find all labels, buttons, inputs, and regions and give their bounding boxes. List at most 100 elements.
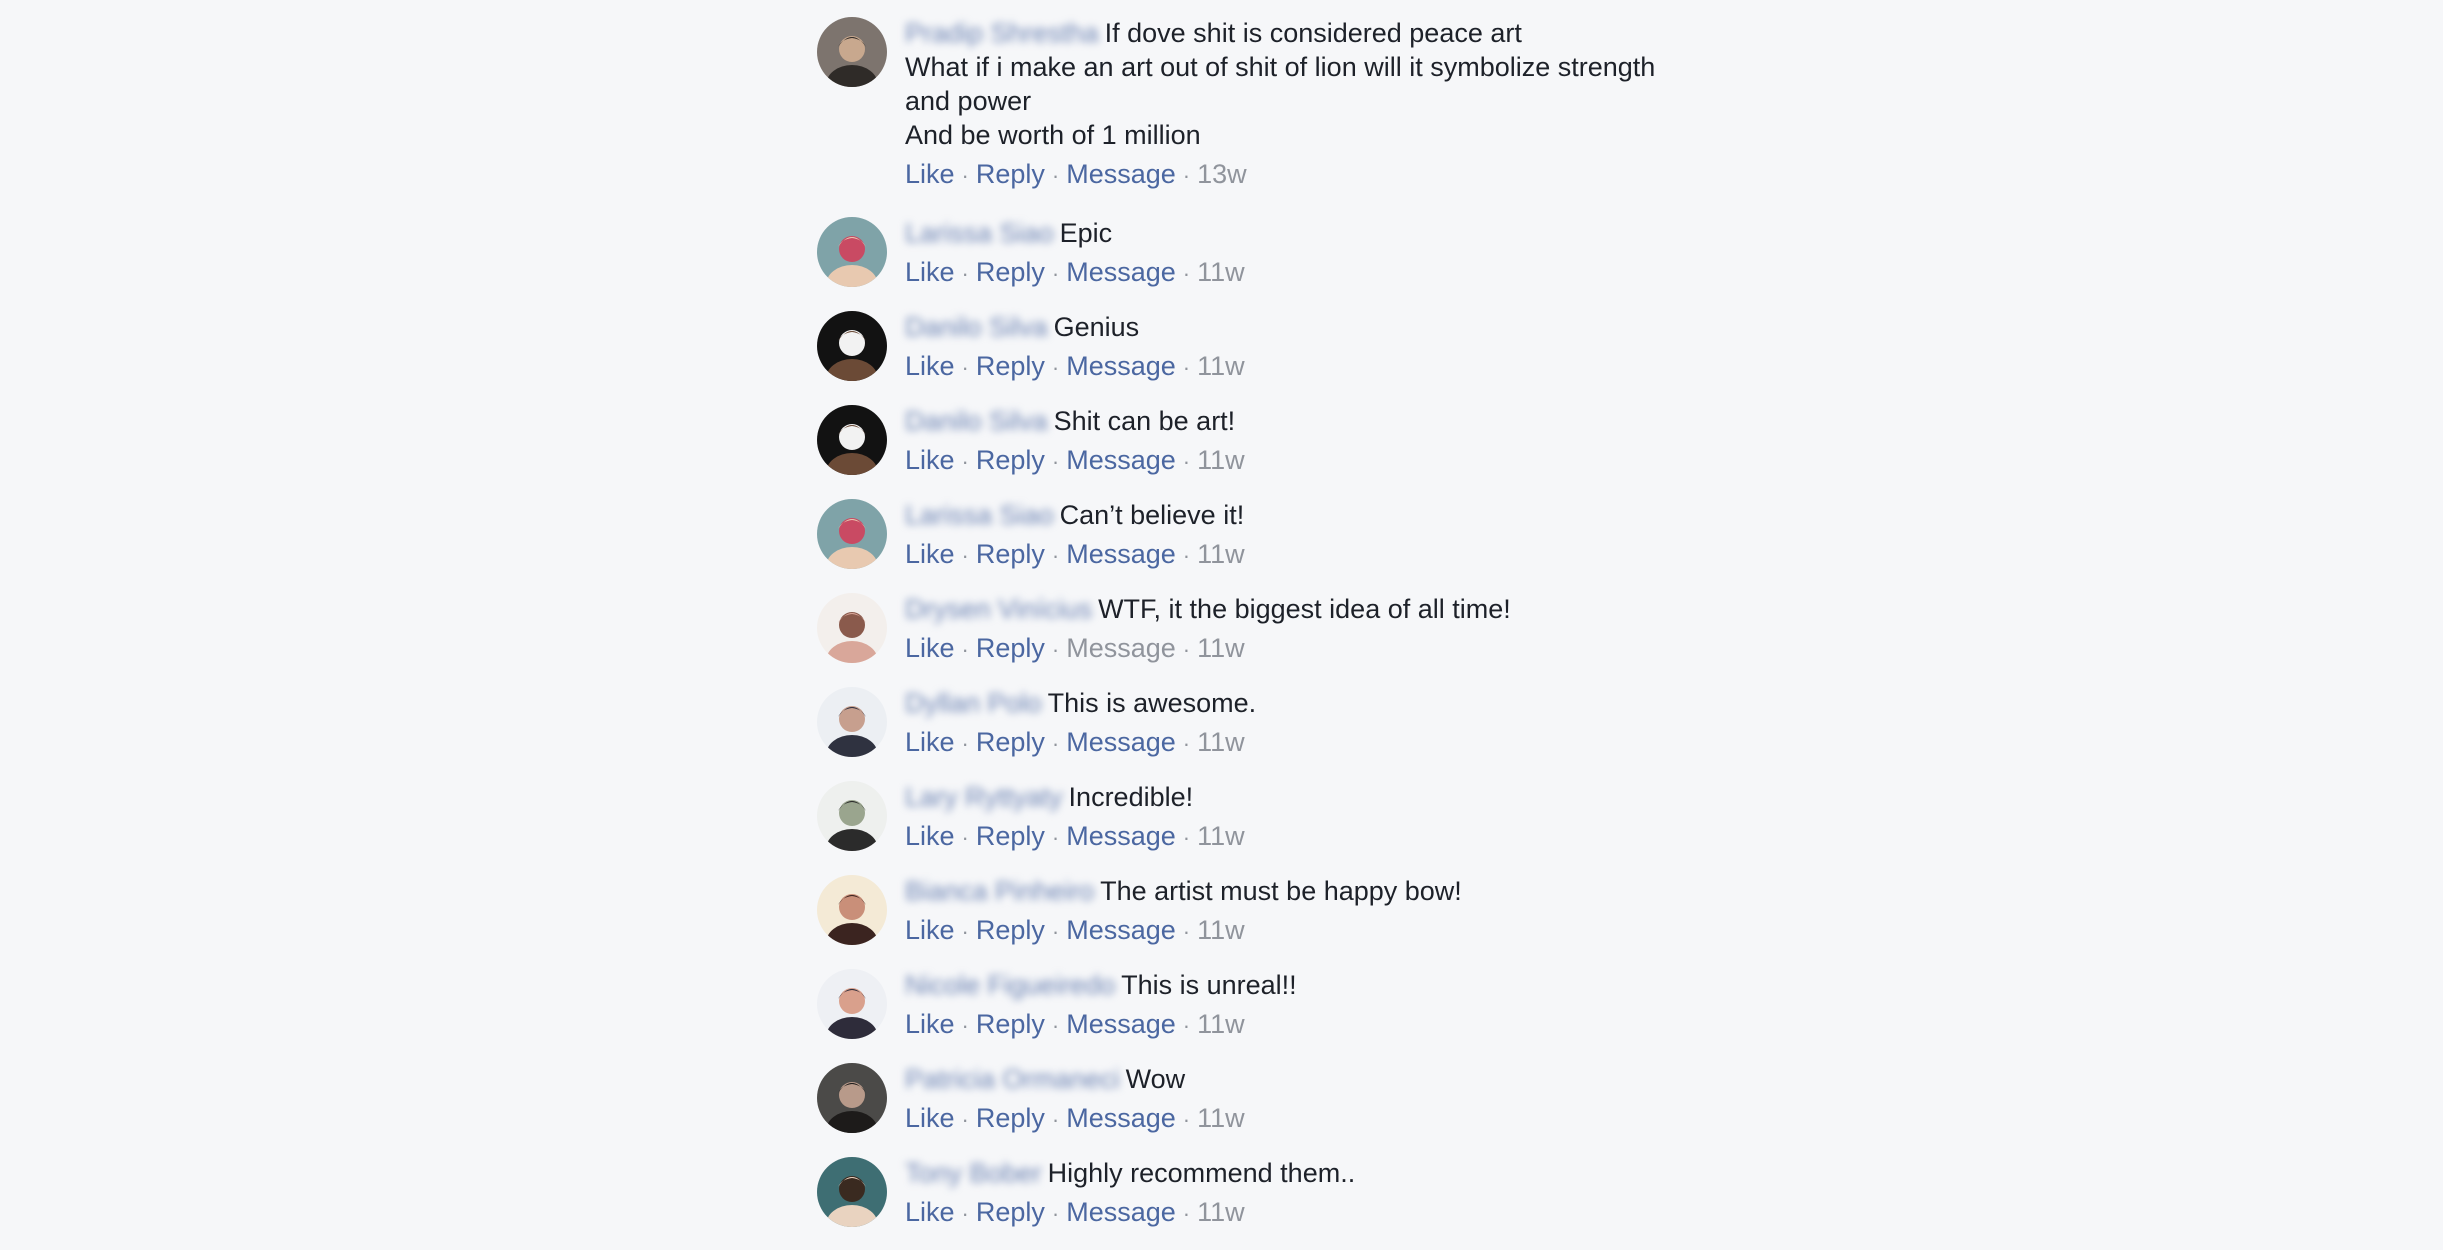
reply-button[interactable]: Reply (976, 1009, 1045, 1039)
comment-item: Lary Ryttyaty Incredible! Like · Reply · Mess… (817, 780, 1677, 856)
like-button[interactable]: Like (905, 539, 955, 569)
comment-author-name[interactable]: Bianca Pinheiro (905, 876, 1094, 906)
comment-item: Danilo Silva Genius Like · Reply · Message · 11… (817, 310, 1677, 386)
message-button[interactable]: Message (1066, 351, 1176, 381)
comment-actions: Like · Reply · Message · 13w (905, 156, 1677, 194)
comment-timestamp[interactable]: 11w (1197, 633, 1245, 663)
comment-line: Highly recommend them.. (1047, 1158, 1356, 1188)
avatar[interactable] (817, 969, 887, 1039)
comment-timestamp[interactable]: 13w (1197, 159, 1247, 189)
avatar[interactable] (817, 217, 887, 287)
comment-line: Shit can be art! (1053, 406, 1236, 436)
comment-author-name[interactable]: Dyllan Polo (905, 688, 1042, 718)
avatar[interactable] (817, 311, 887, 381)
separator-dot: · (1051, 543, 1060, 568)
like-button[interactable]: Like (905, 257, 955, 287)
avatar[interactable] (817, 593, 887, 663)
comment-body: This is unreal!! (1121, 970, 1297, 1000)
reply-button[interactable]: Reply (976, 159, 1045, 189)
separator-dot: · (1182, 825, 1191, 850)
separator-dot: · (961, 261, 969, 286)
message-button[interactable]: Message (1066, 159, 1176, 189)
message-button[interactable]: Message (1066, 1197, 1176, 1227)
comment-body: Wow (1126, 1064, 1186, 1094)
comment-actions: Like · Reply · Message · 11w (905, 912, 1677, 950)
comment-author-name[interactable]: Pradip Shrestha (905, 18, 1099, 48)
comment-timestamp[interactable]: 11w (1197, 257, 1245, 287)
reply-button[interactable]: Reply (976, 445, 1045, 475)
comment-text-block: Nicole Figueiredo This is unreal!! (905, 968, 1677, 1002)
comment-author-name[interactable]: Drysen Vinícius (905, 594, 1092, 624)
avatar[interactable] (817, 687, 887, 757)
comment-author-name[interactable]: Nicole Figueiredo (905, 970, 1115, 1000)
comment-author-name[interactable]: Danilo Silva (905, 312, 1048, 342)
comment-item: Larissa Siao Epic Like · Reply · Message · 11w (817, 216, 1677, 292)
like-button[interactable]: Like (905, 159, 955, 189)
comment-author-name[interactable]: Patricia Ormaneci (905, 1064, 1120, 1094)
like-button[interactable]: Like (905, 915, 955, 945)
comment-timestamp[interactable]: 11w (1197, 445, 1245, 475)
comment-actions: Like · Reply · Message · 11w (905, 348, 1677, 386)
reply-button[interactable]: Reply (976, 1103, 1045, 1133)
like-button[interactable]: Like (905, 821, 955, 851)
like-button[interactable]: Like (905, 445, 955, 475)
comment-actions: Like · Reply · Message · 11w (905, 254, 1677, 292)
like-button[interactable]: Like (905, 351, 955, 381)
profile-photo-icon (817, 1063, 887, 1133)
comment-author-name[interactable]: Danilo Silva (905, 406, 1048, 436)
like-button[interactable]: Like (905, 727, 955, 757)
reply-button[interactable]: Reply (976, 257, 1045, 287)
comment-author-name[interactable]: Larissa Siao (905, 218, 1054, 248)
comment-item: Danilo Silva Shit can be art! Like · Reply ·… (817, 404, 1677, 480)
comment-item: Larissa Siao Can’t believe it! Like · Reply… (817, 498, 1677, 574)
separator-dot: · (1182, 1107, 1191, 1132)
comment-timestamp[interactable]: 11w (1197, 539, 1245, 569)
reply-button[interactable]: Reply (976, 727, 1045, 757)
comment-author-name[interactable]: Tony Bober (905, 1158, 1042, 1188)
message-button[interactable]: Message (1066, 821, 1176, 851)
avatar[interactable] (817, 17, 887, 87)
comment-timestamp[interactable]: 11w (1197, 915, 1245, 945)
message-button[interactable]: Message (1066, 1009, 1176, 1039)
message-button[interactable]: Message (1066, 257, 1176, 287)
avatar[interactable] (817, 1157, 887, 1227)
reply-button[interactable]: Reply (976, 915, 1045, 945)
avatar[interactable] (817, 1063, 887, 1133)
message-button[interactable]: Message (1066, 727, 1176, 757)
avatar[interactable] (817, 781, 887, 851)
comment-timestamp[interactable]: 11w (1197, 1197, 1245, 1227)
message-button[interactable]: Message (1066, 539, 1176, 569)
avatar[interactable] (817, 405, 887, 475)
like-button[interactable]: Like (905, 633, 955, 663)
comment-line: This is awesome. (1047, 688, 1257, 718)
message-button[interactable]: Message (1066, 445, 1176, 475)
reply-button[interactable]: Reply (976, 821, 1045, 851)
separator-dot: · (961, 163, 969, 188)
comment-line: Epic (1059, 218, 1113, 248)
comment-body: This is awesome. (1048, 688, 1257, 718)
like-button[interactable]: Like (905, 1009, 955, 1039)
comment-timestamp[interactable]: 11w (1197, 1009, 1245, 1039)
comment-timestamp[interactable]: 11w (1197, 351, 1245, 381)
comment-timestamp[interactable]: 11w (1197, 727, 1245, 757)
separator-dot: · (1051, 449, 1060, 474)
comment-author-name[interactable]: Lary Ryttyaty (905, 782, 1063, 812)
profile-photo-icon (817, 405, 887, 475)
reply-button[interactable]: Reply (976, 351, 1045, 381)
avatar[interactable] (817, 499, 887, 569)
comment-timestamp[interactable]: 11w (1197, 1103, 1245, 1133)
separator-dot: · (961, 355, 969, 380)
reply-button[interactable]: Reply (976, 539, 1045, 569)
separator-dot: · (1182, 1013, 1191, 1038)
comment-text-block: Danilo Silva Shit can be art! (905, 404, 1677, 438)
comment-author-name[interactable]: Larissa Siao (905, 500, 1054, 530)
like-button[interactable]: Like (905, 1197, 955, 1227)
comment-timestamp[interactable]: 11w (1197, 821, 1245, 851)
comment-text-block: Danilo Silva Genius (905, 310, 1677, 344)
avatar[interactable] (817, 875, 887, 945)
reply-button[interactable]: Reply (976, 633, 1045, 663)
like-button[interactable]: Like (905, 1103, 955, 1133)
message-button[interactable]: Message (1066, 915, 1176, 945)
message-button[interactable]: Message (1066, 1103, 1176, 1133)
reply-button[interactable]: Reply (976, 1197, 1045, 1227)
